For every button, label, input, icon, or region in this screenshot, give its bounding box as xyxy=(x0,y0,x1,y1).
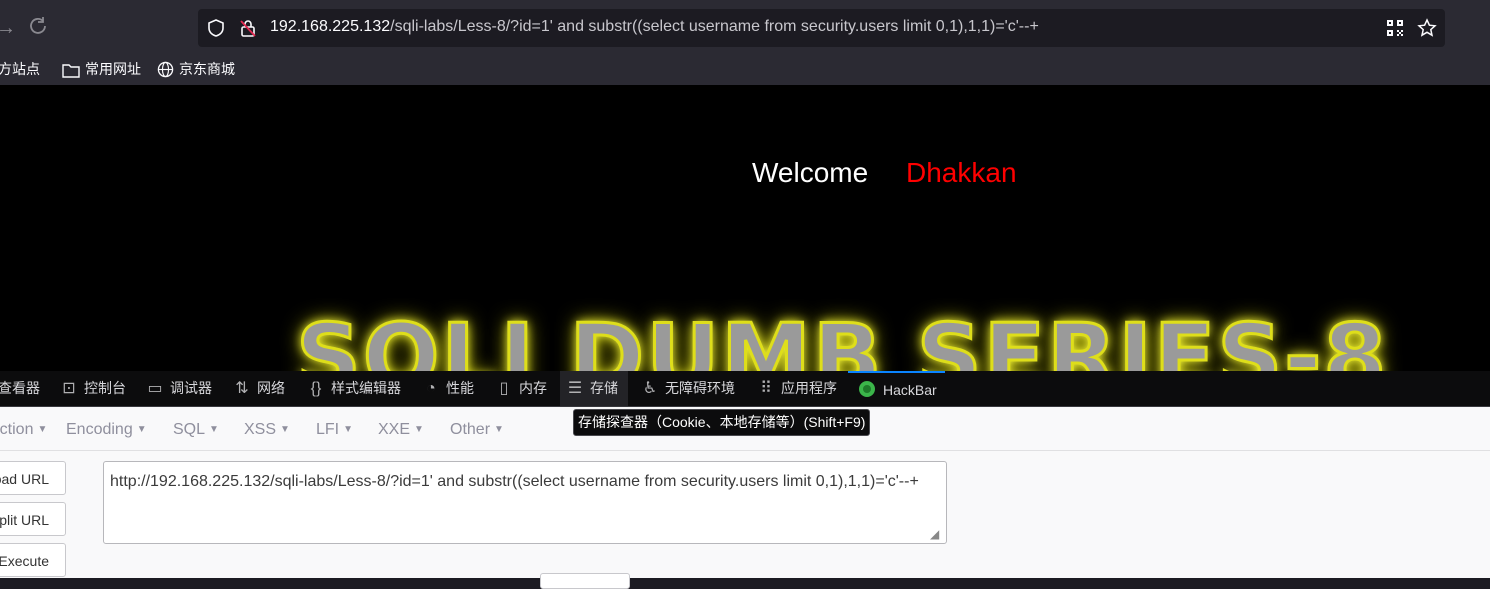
application-icon: ⠿ xyxy=(760,380,772,397)
tab-label: 调试器 xyxy=(170,380,212,396)
hackbar-url-input[interactable]: http://192.168.225.132/sqli-labs/Less-8/… xyxy=(103,461,947,544)
caret-down-icon: ▼ xyxy=(136,424,147,435)
menu-action[interactable]: Action▼ xyxy=(0,421,47,439)
storage-icon: ☰ xyxy=(567,380,583,397)
menu-sql[interactable]: SQL ▼ xyxy=(173,421,219,439)
menu-label: XSS xyxy=(244,421,277,438)
series-banner: SQLI DUMB SERIES-8 xyxy=(294,304,1389,372)
tab-memory[interactable]: ▯ 内存 xyxy=(495,371,547,406)
menu-lfi[interactable]: LFI ▼ xyxy=(316,421,353,439)
reload-icon[interactable] xyxy=(26,16,50,40)
username-text: Dhakkan xyxy=(906,157,1017,188)
caret-down-icon: ▼ xyxy=(209,424,219,435)
load-url-button[interactable]: Load URL xyxy=(0,461,66,495)
globe-icon xyxy=(157,61,174,78)
button-label: Split URL xyxy=(0,512,49,528)
caret-down-icon: ▼ xyxy=(343,424,354,435)
tab-network[interactable]: ⇅ 网络 xyxy=(233,371,285,406)
folder-icon xyxy=(62,64,80,78)
bookmark-label: 京东商城 xyxy=(179,61,235,77)
performance-icon: ◔ xyxy=(426,380,436,397)
button-label: Load URL xyxy=(0,471,49,487)
tab-label: 存储 xyxy=(590,380,618,396)
welcome-text: Welcome xyxy=(752,157,869,188)
tab-hackbar[interactable]: HackBar xyxy=(848,371,945,406)
bookmark-official-site[interactable]: 官方站点 xyxy=(0,59,40,79)
tab-label: 性能 xyxy=(446,380,474,396)
console-icon: ⊡ xyxy=(62,380,76,397)
tab-accessibility[interactable]: ♿ 无障碍环境 xyxy=(641,371,735,406)
style-editor-icon: {} xyxy=(310,380,322,397)
storage-tooltip: 存储探查器（Cookie、本地存储等）(Shift+F9) xyxy=(573,409,871,436)
tab-label: 网络 xyxy=(257,380,285,396)
menu-label: SQL xyxy=(173,421,206,438)
menu-label: Action xyxy=(0,421,34,438)
menu-other[interactable]: Other ▼ xyxy=(450,421,504,439)
bookmarks-bar: 官方站点 常用网址 京东商城 xyxy=(0,54,1490,85)
tab-inspector[interactable]: 查看器 xyxy=(0,371,40,406)
split-url-button[interactable]: Split URL xyxy=(0,502,66,536)
tab-label: 查看器 xyxy=(0,380,40,396)
tab-label: 应用程序 xyxy=(781,380,837,396)
menu-label: XXE xyxy=(378,421,411,438)
bookmark-label: 常用网址 xyxy=(85,61,141,77)
caret-down-icon: ▼ xyxy=(280,424,290,435)
hackbar-icon xyxy=(859,381,875,397)
tab-storage[interactable]: ☰ 存储 xyxy=(560,371,628,406)
bookmark-jd[interactable]: 京东商城 xyxy=(157,59,235,79)
qr-code-icon[interactable] xyxy=(1385,18,1405,38)
devtools-tabbar: 查看器 ⊡ 控制台 ▭ 调试器 ⇅ 网络 {} 样式编辑器 ◔ 性能 ▯ 内存 ☰ 存储 ♿ 无… xyxy=(0,371,1490,407)
resize-grip-icon[interactable]: ◢ xyxy=(930,527,944,541)
caret-down-icon: ▼ xyxy=(37,424,48,435)
bookmark-label: 官方站点 xyxy=(0,61,40,77)
tab-performance[interactable]: ◔ 性能 xyxy=(422,371,474,406)
forward-icon[interactable]: → xyxy=(0,16,18,40)
menu-encoding[interactable]: Encoding ▼ xyxy=(66,421,147,439)
menu-label: Other xyxy=(450,421,491,438)
tab-label: 控制台 xyxy=(84,380,126,396)
insecure-lock-icon[interactable] xyxy=(238,18,258,38)
page-content: Welcome Dhakkan SQLI DUMB SERIES-8 xyxy=(0,85,1490,371)
tab-label: 样式编辑器 xyxy=(331,380,401,396)
url-text[interactable]: 192.168.225.132/sqli-labs/Less-8/?id=1' … xyxy=(270,18,1039,36)
bookmark-star-icon[interactable] xyxy=(1417,18,1437,38)
tab-label: 无障碍环境 xyxy=(665,380,735,396)
menu-xxe[interactable]: XXE ▼ xyxy=(378,421,424,439)
tab-label: 内存 xyxy=(519,380,547,396)
shield-icon[interactable] xyxy=(206,18,226,38)
button-label: Execute xyxy=(0,553,49,569)
post-data-toggle[interactable] xyxy=(540,573,630,589)
tab-style-editor[interactable]: {} 样式编辑器 xyxy=(307,371,401,406)
tab-console[interactable]: ⊡ 控制台 xyxy=(60,371,126,406)
menu-label: Encoding xyxy=(66,421,133,438)
url-bar[interactable]: 192.168.225.132/sqli-labs/Less-8/?id=1' … xyxy=(198,9,1445,47)
tab-label: HackBar xyxy=(883,382,937,398)
browser-toolbar: → 192.168.225.132/sqli-labs/Less-8/?id=1… xyxy=(0,0,1490,54)
memory-icon: ▯ xyxy=(499,380,509,397)
caret-down-icon: ▼ xyxy=(494,424,504,435)
bookmark-common-sites[interactable]: 常用网址 xyxy=(62,59,141,79)
tab-application[interactable]: ⠿ 应用程序 xyxy=(757,371,837,406)
caret-down-icon: ▼ xyxy=(414,424,424,435)
execute-button[interactable]: Execute xyxy=(0,543,66,577)
tab-debugger[interactable]: ▭ 调试器 xyxy=(146,371,212,406)
debugger-icon: ▭ xyxy=(147,380,163,397)
url-path: /sqli-labs/Less-8/?id=1' and substr((sel… xyxy=(390,18,1039,35)
url-host: 192.168.225.132 xyxy=(270,18,391,35)
network-icon: ⇅ xyxy=(235,380,249,397)
accessibility-icon: ♿ xyxy=(642,380,658,397)
menu-label: LFI xyxy=(316,421,340,438)
menu-xss[interactable]: XSS ▼ xyxy=(244,421,290,439)
